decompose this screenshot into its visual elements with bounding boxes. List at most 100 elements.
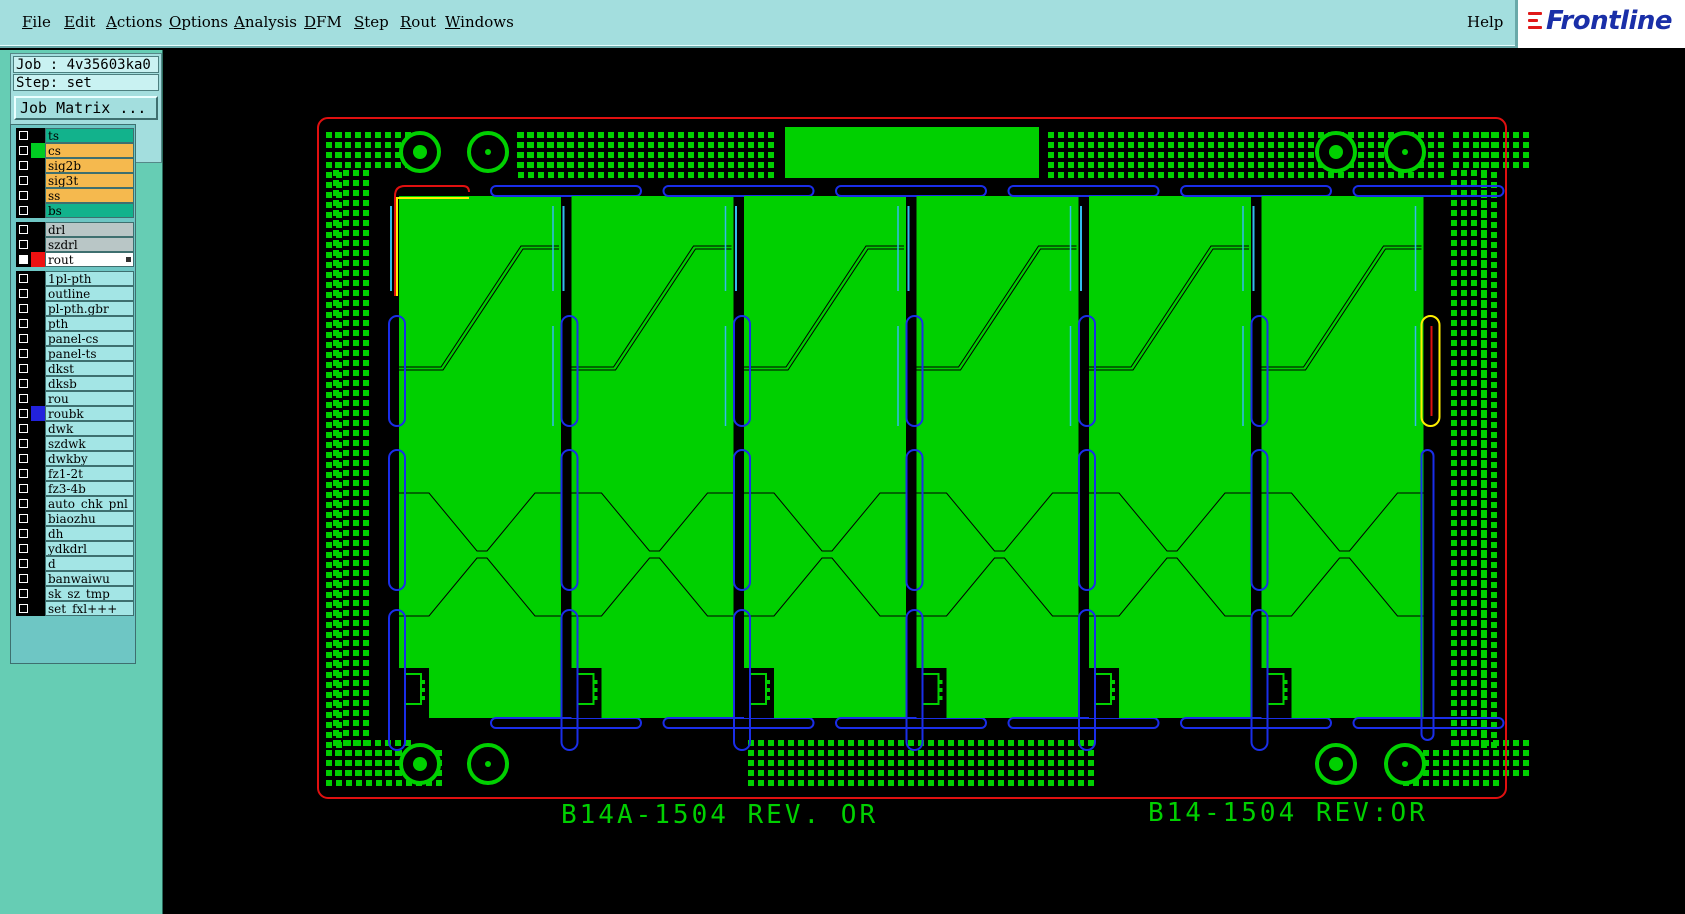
menu-windows[interactable]: Windows xyxy=(445,13,514,31)
layer-name[interactable]: pl-pth.gbr xyxy=(45,301,134,316)
layer-color-swatch[interactable] xyxy=(31,301,45,316)
layer-checkbox[interactable] xyxy=(16,316,31,331)
layer-name[interactable]: bs xyxy=(45,203,134,218)
layer-row-biaozhu[interactable]: biaozhu xyxy=(14,511,134,526)
layer-color-swatch[interactable] xyxy=(31,376,45,391)
layer-checkbox[interactable] xyxy=(16,188,31,203)
layer-name[interactable]: biaozhu xyxy=(45,511,134,526)
layer-name[interactable]: roubk xyxy=(45,406,134,421)
menu-rout[interactable]: Rout xyxy=(400,13,436,31)
layer-color-swatch[interactable] xyxy=(31,586,45,601)
layer-checkbox[interactable] xyxy=(16,541,31,556)
layer-color-swatch[interactable] xyxy=(31,331,45,346)
menu-file[interactable]: File xyxy=(22,13,51,31)
layer-checkbox[interactable] xyxy=(16,237,31,252)
layer-checkbox[interactable] xyxy=(16,158,31,173)
layer-row-dh[interactable]: dh xyxy=(14,526,134,541)
layer-color-swatch[interactable] xyxy=(31,511,45,526)
layer-color-swatch[interactable] xyxy=(31,173,45,188)
layer-name[interactable]: d xyxy=(45,556,134,571)
layer-row-dwk[interactable]: dwk xyxy=(14,421,134,436)
layer-name[interactable]: szdrl xyxy=(45,237,134,252)
job-matrix-button[interactable]: Job Matrix ... xyxy=(14,96,158,120)
layer-checkbox[interactable] xyxy=(16,203,31,218)
layer-name[interactable]: rou xyxy=(45,391,134,406)
layer-checkbox[interactable] xyxy=(16,571,31,586)
layer-checkbox[interactable] xyxy=(16,173,31,188)
layer-name[interactable]: rout xyxy=(45,252,134,267)
layer-row-fz3-4b[interactable]: fz3-4b xyxy=(14,481,134,496)
graphics-canvas[interactable]: B14A-1504 REV. OR B14-1504 REV:OR xyxy=(163,50,1685,914)
menu-actions[interactable]: Actions xyxy=(106,13,162,31)
layer-name[interactable]: banwaiwu xyxy=(45,571,134,586)
layer-checkbox[interactable] xyxy=(16,481,31,496)
layer-row-dwkby[interactable]: dwkby xyxy=(14,451,134,466)
layer-row-dksb[interactable]: dksb xyxy=(14,376,134,391)
layer-checkbox[interactable] xyxy=(16,391,31,406)
layer-checkbox[interactable] xyxy=(16,421,31,436)
layer-checkbox[interactable] xyxy=(16,252,31,267)
layer-checkbox[interactable] xyxy=(16,496,31,511)
menu-step[interactable]: Step xyxy=(354,13,389,31)
layer-color-swatch[interactable] xyxy=(31,346,45,361)
layer-color-swatch[interactable] xyxy=(31,158,45,173)
layer-row-szdrl[interactable]: szdrl xyxy=(14,237,134,252)
layer-color-swatch[interactable] xyxy=(31,252,45,267)
layer-name[interactable]: ts xyxy=(45,128,134,143)
layer-name[interactable]: sk_sz_tmp xyxy=(45,586,134,601)
layer-checkbox[interactable] xyxy=(16,511,31,526)
layer-color-swatch[interactable] xyxy=(31,406,45,421)
layer-name[interactable]: dwk xyxy=(45,421,134,436)
layer-name[interactable]: dh xyxy=(45,526,134,541)
layer-row-rout[interactable]: rout xyxy=(14,252,134,267)
layer-row-szdwk[interactable]: szdwk xyxy=(14,436,134,451)
layer-name[interactable]: ss xyxy=(45,188,134,203)
layer-color-swatch[interactable] xyxy=(31,391,45,406)
layer-row-cs[interactable]: cs xyxy=(14,143,134,158)
layer-color-swatch[interactable] xyxy=(31,143,45,158)
layer-checkbox[interactable] xyxy=(16,601,31,616)
layer-row-panel-ts[interactable]: panel-ts xyxy=(14,346,134,361)
layer-checkbox[interactable] xyxy=(16,556,31,571)
menu-dfm[interactable]: DFM xyxy=(304,13,342,31)
menu-help[interactable]: Help xyxy=(1467,13,1503,31)
layer-checkbox[interactable] xyxy=(16,331,31,346)
layer-row-set-fxl-[interactable]: set_fxl+++ xyxy=(14,601,134,616)
layer-color-swatch[interactable] xyxy=(31,237,45,252)
layer-checkbox[interactable] xyxy=(16,466,31,481)
layer-checkbox[interactable] xyxy=(16,376,31,391)
layer-name[interactable]: 1pl-pth xyxy=(45,271,134,286)
layer-row-ydkdrl[interactable]: ydkdrl xyxy=(14,541,134,556)
layer-color-swatch[interactable] xyxy=(31,316,45,331)
layer-color-swatch[interactable] xyxy=(31,203,45,218)
layer-name[interactable]: dwkby xyxy=(45,451,134,466)
layer-row-auto-chk-pnl[interactable]: auto_chk_pnl xyxy=(14,496,134,511)
layer-color-swatch[interactable] xyxy=(31,451,45,466)
layer-row-drl[interactable]: drl xyxy=(14,222,134,237)
layer-checkbox[interactable] xyxy=(16,286,31,301)
layer-name[interactable]: panel-cs xyxy=(45,331,134,346)
layer-row-dkst[interactable]: dkst xyxy=(14,361,134,376)
layer-color-swatch[interactable] xyxy=(31,466,45,481)
layer-checkbox[interactable] xyxy=(16,222,31,237)
layer-row-sig3t[interactable]: sig3t xyxy=(14,173,134,188)
layer-name[interactable]: fz3-4b xyxy=(45,481,134,496)
layer-name[interactable]: set_fxl+++ xyxy=(45,601,134,616)
layer-row-bs[interactable]: bs xyxy=(14,203,134,218)
layer-row-rou[interactable]: rou xyxy=(14,391,134,406)
layer-color-swatch[interactable] xyxy=(31,421,45,436)
layer-checkbox[interactable] xyxy=(16,361,31,376)
menu-options[interactable]: Options xyxy=(169,13,228,31)
layer-name[interactable]: ydkdrl xyxy=(45,541,134,556)
layer-checkbox[interactable] xyxy=(16,128,31,143)
layer-color-swatch[interactable] xyxy=(31,436,45,451)
layer-color-swatch[interactable] xyxy=(31,541,45,556)
layer-color-swatch[interactable] xyxy=(31,496,45,511)
layer-row-ts[interactable]: ts xyxy=(14,128,134,143)
layer-row-panel-cs[interactable]: panel-cs xyxy=(14,331,134,346)
layer-row-banwaiwu[interactable]: banwaiwu xyxy=(14,571,134,586)
layer-row-ss[interactable]: ss xyxy=(14,188,134,203)
layer-checkbox[interactable] xyxy=(16,406,31,421)
layer-checkbox[interactable] xyxy=(16,271,31,286)
layer-name[interactable]: fz1-2t xyxy=(45,466,134,481)
